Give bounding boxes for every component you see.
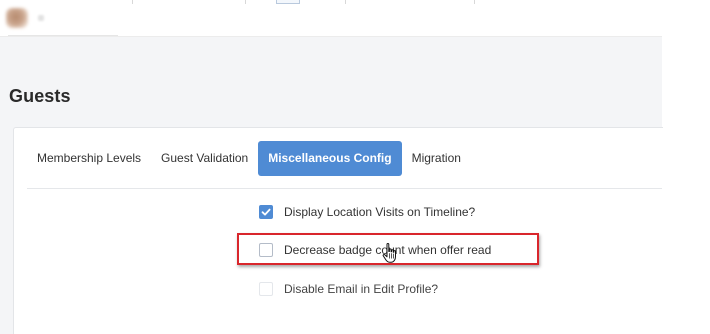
top-header [0,0,662,37]
disable-email-checkbox[interactable] [259,282,273,296]
tab-guest-validation[interactable]: Guest Validation [151,141,258,176]
disable-email-label: Disable Email in Edit Profile? [284,282,439,296]
display-location-visits-label: Display Location Visits on Timeline? [284,205,476,219]
tab-miscellaneous-config[interactable]: Miscellaneous Config [258,141,402,176]
page-title: Guests [9,86,71,106]
tab-migration[interactable]: Migration [402,141,471,176]
header-underline [8,35,118,36]
header-tab-indicator[interactable] [276,0,300,4]
tab-membership-levels[interactable]: Membership Levels [27,141,151,176]
display-location-visits-checkbox[interactable] [259,205,273,219]
tab-bar: Membership Levels Guest Validation Misce… [27,141,471,176]
decrease-badge-count-label: Decrease badge count when offer read [284,243,492,257]
option-display-location-visits[interactable]: Display Location Visits on Timeline? [259,204,475,220]
tab-divider [27,188,662,189]
check-icon [261,208,271,216]
decrease-badge-count-checkbox[interactable] [259,243,273,257]
user-name-blurred [38,15,44,21]
avatar[interactable] [6,8,28,28]
header-divider [474,0,475,4]
header-divider [245,0,246,4]
app-window: Guests Membership Levels Guest Validatio… [0,0,710,334]
option-decrease-badge-count[interactable]: Decrease badge count when offer read [259,242,491,258]
option-disable-email[interactable]: Disable Email in Edit Profile? [259,281,438,297]
header-divider [345,0,346,4]
header-divider [132,0,133,4]
